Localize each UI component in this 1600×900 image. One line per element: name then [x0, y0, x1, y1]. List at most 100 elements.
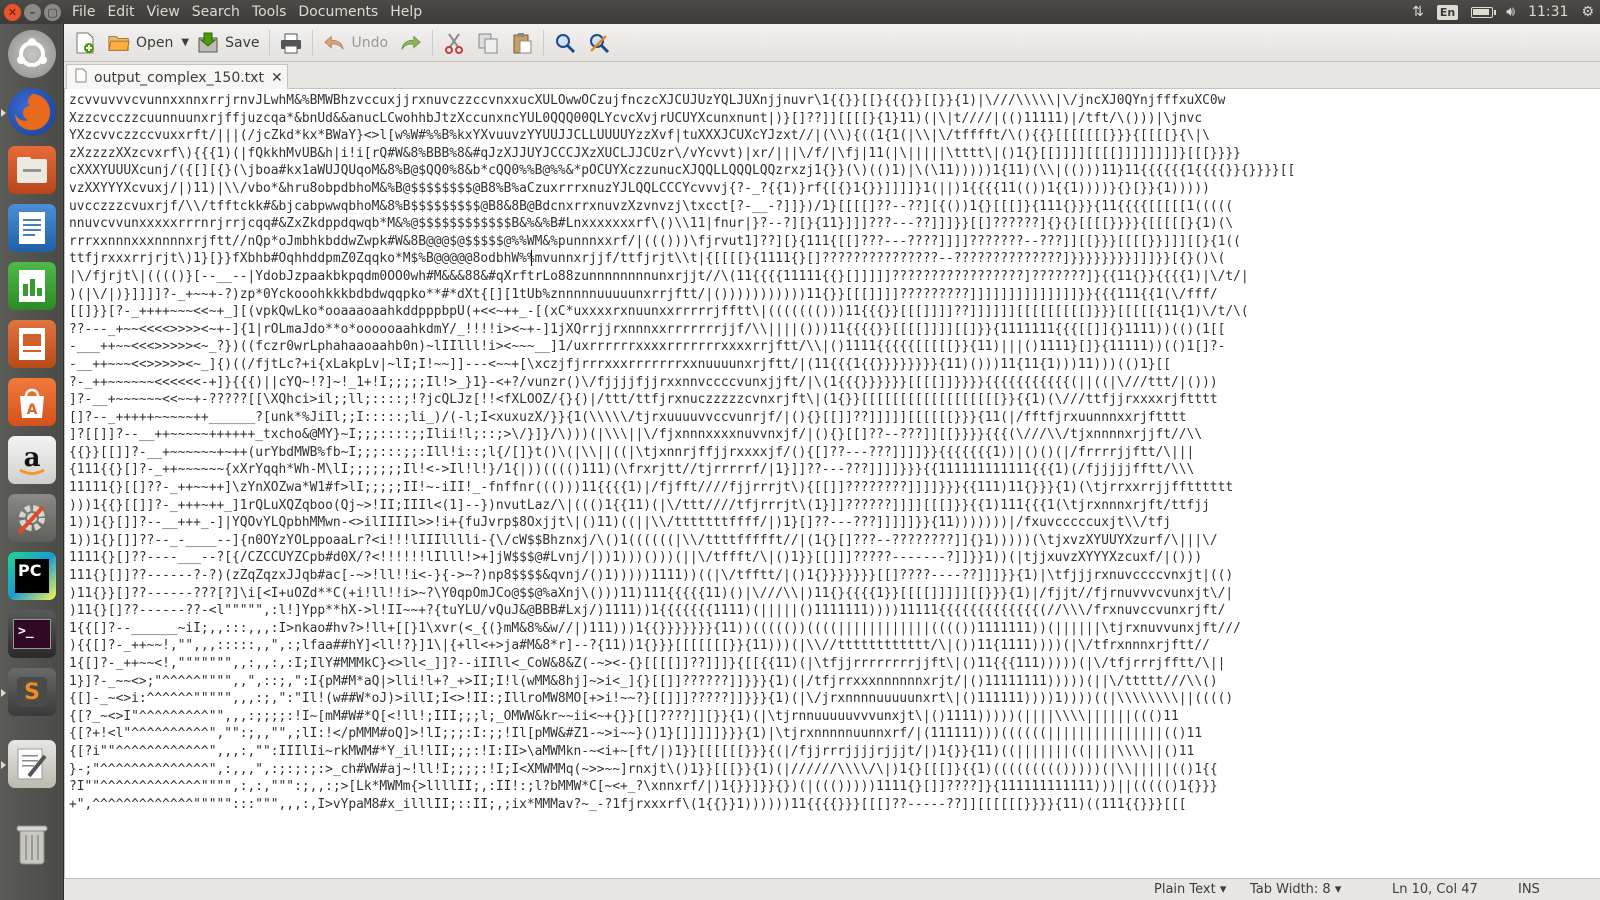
- open-label: Open: [136, 34, 174, 51]
- insert-mode[interactable]: INS: [1518, 882, 1540, 897]
- editor-line[interactable]: ){{[]?-_++~~!,"",,,:::::,,",:;lfaa##hY]<…: [69, 637, 1295, 655]
- amazon-icon[interactable]: a: [8, 436, 56, 484]
- editor-line[interactable]: ]?[[]]?--__++~~~~~++++++_txcho&@MY}~I;;;…: [69, 426, 1295, 444]
- sublime-icon[interactable]: S: [1, 668, 56, 716]
- copy-button[interactable]: [471, 26, 505, 60]
- cut-button[interactable]: [437, 26, 471, 60]
- editor-line[interactable]: zXzzzzXXzcvxrf\){{{1)(|fQkkhMvUB&h|i!i[r…: [69, 145, 1295, 163]
- keyboard-layout-indicator[interactable]: En: [1436, 4, 1459, 20]
- settings-icon[interactable]: [8, 494, 56, 542]
- editor-line[interactable]: 1))1{}[]]??--_-____--]{n0OYzYOLppoaaLr?<…: [69, 532, 1295, 550]
- editor-line[interactable]: {[]-_~<>i:^^^^^^""""",,,:;,":"Il!(w##W*o…: [69, 690, 1295, 708]
- calc-icon[interactable]: [8, 262, 56, 310]
- editor-content[interactable]: zcvvuvvvcvunnxxnnxrrjrnvJLwhM&%BMWBhzvcc…: [69, 92, 1295, 813]
- editor-line[interactable]: ttfjrxxxrrjrjt\)1}[}}fXbhb#OqhhddpmZ0Zqq…: [69, 250, 1295, 268]
- editor-line[interactable]: nnuvcvvunxxxxxrrrnrjrrjcqq#&ZxZkdppdqwqb…: [69, 215, 1295, 233]
- editor-line[interactable]: {[?i""^^^^^^^^^^^^",,,:,"":IIIlIi~rkMWM#…: [69, 743, 1295, 761]
- power-gear-icon[interactable]: ⚙: [1581, 4, 1594, 20]
- menu-search[interactable]: Search: [186, 4, 246, 20]
- editor-line[interactable]: {{}}[[]]?-__+~~~~~~+~++(urYbdMWB%fb~I;;;…: [69, 444, 1295, 462]
- maximize-window-button[interactable]: ▢: [44, 3, 61, 21]
- editor-line[interactable]: 1{{[]?--______~iI;,,:::,,,:I>nkao#hv?>!l…: [69, 620, 1295, 638]
- editor-line[interactable]: |\/fjrjt\|(((()}[--__--|YdobJzpaakbkpqdm…: [69, 268, 1295, 286]
- editor-line[interactable]: uvcczzzcvuxrjf/\\/tfftckk#&bjcabpwwqbhoM…: [69, 198, 1295, 216]
- print-button[interactable]: [274, 26, 308, 60]
- volume-icon[interactable]: 🔊︎: [1506, 4, 1515, 20]
- menu-documents[interactable]: Documents: [292, 4, 384, 20]
- new-document-button[interactable]: [68, 26, 102, 60]
- editor-line[interactable]: rrrxxnnnxxxnnnnxrjftt//nQp*oJmbhkbddwZwp…: [69, 233, 1295, 251]
- terminal-icon[interactable]: >_: [8, 610, 56, 658]
- editor-line[interactable]: YXzcvvczzccvuxxrft/|||(/jcZkd*kx*BWaY}<>…: [69, 127, 1295, 145]
- editor-line[interactable]: 1))1{}[]]?--__+++_-]|YQOvYLQpbhMMwn-<>il…: [69, 514, 1295, 532]
- editor-line[interactable]: 11111{}[[]??-_++~~++]\zYnXOZwa*W1#f>lI;;…: [69, 479, 1295, 497]
- battery-icon[interactable]: [1471, 6, 1497, 18]
- editor-line[interactable]: zcvvuvvvcvunnxxnnxrrjrnvJLwhM&%BMWBhzvcc…: [69, 92, 1295, 110]
- find-button[interactable]: [548, 26, 582, 60]
- editor-line[interactable]: {[?+!<l"^^^^^^^^^^","":;,,"",;lI:!</pMMM…: [69, 725, 1295, 743]
- editor-line[interactable]: {[?_~<>I"^^^^^^^^^"",,,:;;;;:!I~[mM#W#*Q…: [69, 708, 1295, 726]
- editor-line[interactable]: 1111{}[]??----___--?[{/CZCCUYZCpb#d0X/?<…: [69, 549, 1295, 567]
- writer-icon[interactable]: [8, 204, 56, 252]
- text-cursor: [531, 250, 532, 266]
- firefox-icon[interactable]: [1, 88, 56, 136]
- minimize-window-button[interactable]: –: [24, 3, 41, 21]
- editor-line[interactable]: 1}]?-_~~<>;"^^^^^"""",,",::;,":I{pM#M*aQ…: [69, 673, 1295, 691]
- search-replace-icon: [588, 32, 610, 54]
- editor-line[interactable]: ?I""^^^^^^^^^^^^^"""",:,:,""":;,,:;>[Lk*…: [69, 778, 1295, 796]
- editor-line[interactable]: ?-_++~~~~~~<<<<<<-+]}{{{)||cYQ~!?]~!_1+!…: [69, 374, 1295, 392]
- document-tab[interactable]: output_complex_150.txt ✕: [66, 64, 288, 90]
- editor-line[interactable]: 111{}[]]??------?-?)(zZqZqzxJJqb#ac[-~>!…: [69, 567, 1295, 585]
- paste-button[interactable]: [505, 26, 539, 60]
- editor-line[interactable]: )))1{{}[[]]?-_+++~++_]1rQLuXQZqboo(Qj~>!…: [69, 497, 1295, 515]
- trash-icon[interactable]: [8, 820, 56, 868]
- dash-home-icon[interactable]: [8, 30, 56, 78]
- menu-edit[interactable]: Edit: [101, 4, 140, 20]
- editor-line[interactable]: {111{{}[]?-_++~~~~~~{xXrYqqh*Wh-M\lI;;;;…: [69, 461, 1295, 479]
- editor-line[interactable]: )11{}}[]??------???[?]\i[<I+uOZd**C(+i!l…: [69, 585, 1295, 603]
- save-button[interactable]: Save: [191, 26, 265, 60]
- network-updown-icon[interactable]: ⇅: [1412, 4, 1424, 20]
- editor-line[interactable]: }-;"^^^^^^^^^^^^^^",:,,,",:;:;:;:>_ch#WW…: [69, 761, 1295, 779]
- running-indicator: [1, 109, 6, 117]
- menu-help[interactable]: Help: [384, 4, 428, 20]
- editor-line[interactable]: -___++~~<<<>>>>><~_?})((fczr0wrLphahaaoa…: [69, 338, 1295, 356]
- menu-view[interactable]: View: [141, 4, 186, 20]
- open-recent-dropdown[interactable]: ▼: [179, 26, 191, 60]
- redo-button[interactable]: [394, 26, 428, 60]
- menu-file[interactable]: File: [66, 4, 101, 20]
- open-button[interactable]: Open: [102, 26, 179, 60]
- tab-width-selector[interactable]: Tab Width: 8 ▾: [1250, 882, 1341, 897]
- redo-arrow-icon: [400, 32, 422, 54]
- impress-icon[interactable]: [8, 320, 56, 368]
- editor-line[interactable]: 1{[]?-_++~~<!,""""""",,:,,:,:I;IlY#MMMkC…: [69, 655, 1295, 673]
- top-panel: ✕ – ▢ File Edit View Search Tools Docume…: [0, 0, 1600, 24]
- find-replace-button[interactable]: [582, 26, 616, 60]
- menu-tools[interactable]: Tools: [246, 4, 293, 20]
- editor-line[interactable]: vzXXYYYXcvuxj/|)11)|\\/vbo*&hru8obpdbhoM…: [69, 180, 1295, 198]
- clock[interactable]: 11:31: [1528, 4, 1568, 20]
- software-center-icon[interactable]: A: [8, 378, 56, 426]
- editor-line[interactable]: []?--_+++++~~~~~++______?[unk*%JiIl;;I::…: [69, 409, 1295, 427]
- files-icon[interactable]: [8, 146, 56, 194]
- language-label: Plain Text: [1154, 882, 1216, 897]
- language-selector[interactable]: Plain Text ▾: [1154, 882, 1226, 897]
- close-window-button[interactable]: ✕: [4, 3, 21, 21]
- editor-line[interactable]: -__++~~~<<>>>>><~_]{)((/fjtLc?+i{xLakpLv…: [69, 356, 1295, 374]
- editor-line[interactable]: Xzzcvcczzcuunnuunxrjffjuzcqa*&bnUd&&anuc…: [69, 110, 1295, 128]
- editor-line[interactable]: [[]}}[?-_++++~~~<<~+_][(vpkQwLko*ooaaaoa…: [69, 303, 1295, 321]
- text-editor-icon[interactable]: [1, 740, 56, 788]
- close-tab-icon[interactable]: ✕: [271, 70, 283, 86]
- editor-line[interactable]: ]?-__+~~~~~~<<~~+-?????[[\XQhci>il;;ll;:…: [69, 391, 1295, 409]
- editor-line[interactable]: )(|\/|)}]]]]?-_+~~+-?)zp*0Yckooohkkkbdbd…: [69, 286, 1295, 304]
- editor-line[interactable]: cXXXYUUUXcunj/({[][{}(\jboa#kx1aWUJQUqoM…: [69, 162, 1295, 180]
- tab-width-label: Tab Width: 8: [1250, 882, 1331, 897]
- editor-line[interactable]: ??---_+~~<<<<>>>><~+-]{1|rOLmaJdo**o*ooo…: [69, 321, 1295, 339]
- editor-line[interactable]: +",^^^^^^^^^^^^^""""":::""",,,:,I>vYpaM8…: [69, 796, 1295, 814]
- pycharm-icon[interactable]: PC: [8, 552, 56, 600]
- undo-button[interactable]: Undo: [317, 26, 394, 60]
- text-editor-area[interactable]: zcvvuvvvcvunnxxnnxrrjrnvJLwhM&%BMWBhzvcc…: [64, 89, 1600, 878]
- editor-line[interactable]: )11{}[]??------??-<l""""",:l!]Ypp**hX->l…: [69, 602, 1295, 620]
- running-indicator: [1, 689, 6, 697]
- system-tray: ⇅ En 🔊︎ 11:31 ⚙: [1412, 0, 1594, 24]
